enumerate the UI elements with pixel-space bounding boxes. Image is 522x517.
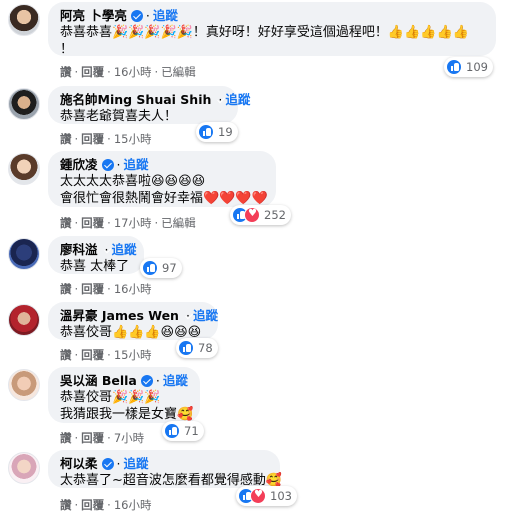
reaction-summary[interactable]: 252 [230,205,291,225]
comment-actions: 讚 · 回覆 · 7小時 [60,431,145,445]
comment-actions: 讚 · 回覆 · 15小時 [60,348,152,362]
avatar[interactable] [8,238,40,270]
comment-text-line: 恭喜恭喜🎉🎉🎉🎉🎉！真好呀！好好享受這個過程吧！👍👍👍👍👍 [60,25,469,40]
timestamp[interactable]: 16小時 [114,498,152,512]
avatar[interactable] [8,153,40,185]
follow-link[interactable]: 追蹤 [163,373,188,389]
follow-link[interactable]: 追蹤 [193,308,218,324]
like-button[interactable]: 讚 [60,348,72,362]
comment-bubble: 鍾欣凌 · 追蹤 太太太太恭喜啦😆😆😆😆 會很忙會很熱鬧會好幸福❤️❤️❤️❤️ [48,151,276,207]
avatar[interactable] [8,369,40,401]
love-reaction-icon [244,207,260,223]
follow-link[interactable]: 追蹤 [124,157,149,173]
comment-actions: 讚 · 回覆 · 16小時 [60,498,152,512]
timestamp[interactable]: 15小時 [114,132,152,146]
avatar[interactable] [8,452,40,484]
author-name[interactable]: 吳以涵 Bella [60,373,137,389]
timestamp[interactable]: 17小時 [114,216,152,230]
comment-text-line: 太太太太恭喜啦😆😆😆😆 [60,174,206,189]
reaction-summary[interactable]: 103 [236,486,297,506]
verified-badge-icon [130,10,143,22]
comment-text-line: 恭喜佼哥🎉🎉🎉 [60,390,161,405]
like-button[interactable]: 讚 [60,282,72,296]
verified-badge-icon [140,375,153,387]
like-reaction-icon [178,340,194,356]
separator-dot: · [116,157,121,172]
comment-bubble: 廖科溢 · 追蹤 恭喜 太棒了 [48,236,144,274]
avatar[interactable] [8,304,40,336]
author-name[interactable]: 溫昇豪 James Wen [60,308,179,324]
author-name[interactable]: 廖科溢 [60,242,98,258]
verified-badge-icon [101,159,114,171]
comment-text-line: 太恭喜了~超音波怎麼看都覺得感動🥰 [60,473,283,488]
reaction-summary[interactable]: 78 [176,338,218,358]
comment-bubble: 施名帥Ming Shuai Shih · 追蹤 恭喜老爺賀喜夫人！ [48,86,250,124]
follow-link[interactable]: 追蹤 [225,92,250,108]
reaction-count: 103 [270,489,292,503]
timestamp[interactable]: 15小時 [114,348,152,362]
reaction-count: 71 [184,424,199,438]
reply-button[interactable]: 回覆 [81,132,104,146]
reaction-summary[interactable]: 71 [162,421,204,441]
reaction-summary[interactable]: 97 [140,258,182,278]
avatar[interactable] [8,4,40,36]
timestamp[interactable]: 16小時 [114,65,152,79]
comment-actions: 讚 · 回覆 · 17小時 · 已編輯 [60,216,196,230]
reaction-count: 252 [264,208,286,222]
like-reaction-icon [164,423,180,439]
follow-link[interactable]: 追蹤 [153,8,178,24]
like-button[interactable]: 讚 [60,431,72,445]
comment-actions: 讚 · 回覆 · 15小時 [60,132,152,146]
follow-link[interactable]: 追蹤 [112,242,137,258]
comment-actions: 讚 · 回覆 · 16小時 [60,282,152,296]
comment-actions: 讚 · 回覆 · 16小時 · 已編輯 [60,65,196,79]
like-reaction-icon [142,260,158,276]
edited-label[interactable]: 已編輯 [161,216,196,230]
edited-label[interactable]: 已編輯 [161,65,196,79]
like-reaction-icon [446,59,462,75]
reply-button[interactable]: 回覆 [81,282,104,296]
comment-text-line: 恭喜 太棒了 [60,259,130,274]
like-button[interactable]: 讚 [60,498,72,512]
like-button[interactable]: 讚 [60,132,72,146]
comment-bubble: 吳以涵 Bella · 追蹤 恭喜佼哥🎉🎉🎉 我猜跟我一樣是女寶🥰 [48,367,200,423]
separator-dot: · [116,456,121,471]
follow-link[interactable]: 追蹤 [124,456,149,472]
reply-button[interactable]: 回覆 [81,498,104,512]
timestamp[interactable]: 16小時 [114,282,152,296]
reaction-count: 97 [162,261,177,275]
like-button[interactable]: 讚 [60,216,72,230]
author-name[interactable]: 阿亮 卜學亮 [60,8,127,24]
reaction-summary[interactable]: 19 [196,122,238,142]
author-name[interactable]: 施名帥Ming Shuai Shih [60,92,211,108]
separator-dot: · [155,373,160,388]
like-button[interactable]: 讚 [60,65,72,79]
verified-badge-icon [101,458,114,470]
reaction-count: 19 [218,125,233,139]
avatar[interactable] [8,88,40,120]
comment-text-line: 會很忙會很熱鬧會好幸福❤️❤️❤️❤️ [60,191,268,206]
timestamp[interactable]: 7小時 [114,431,144,445]
reply-button[interactable]: 回覆 [81,348,104,362]
comment-text-line: ！ [60,42,74,57]
author-name[interactable]: 鍾欣凌 [60,157,98,173]
like-reaction-icon [198,124,214,140]
separator-dot: · [145,8,150,23]
reply-button[interactable]: 回覆 [81,65,104,79]
reaction-summary[interactable]: 109 [444,57,493,77]
reply-button[interactable]: 回覆 [81,216,104,230]
love-reaction-icon [250,488,266,504]
comment-bubble: 溫昇豪 James Wen · 追蹤 恭喜佼哥👍👍👍😆😆😆 [48,302,218,340]
reaction-count: 78 [198,341,213,355]
comment-bubble: 阿亮 卜學亮 · 追蹤 恭喜恭喜🎉🎉🎉🎉🎉！真好呀！好好享受這個過程吧！👍👍👍👍… [48,2,496,57]
author-name[interactable]: 柯以柔 [60,456,98,472]
reply-button[interactable]: 回覆 [81,431,104,445]
reaction-count: 109 [466,60,488,74]
comment-bubble: 柯以柔 · 追蹤 太恭喜了~超音波怎麼看都覺得感動🥰 [48,450,283,488]
